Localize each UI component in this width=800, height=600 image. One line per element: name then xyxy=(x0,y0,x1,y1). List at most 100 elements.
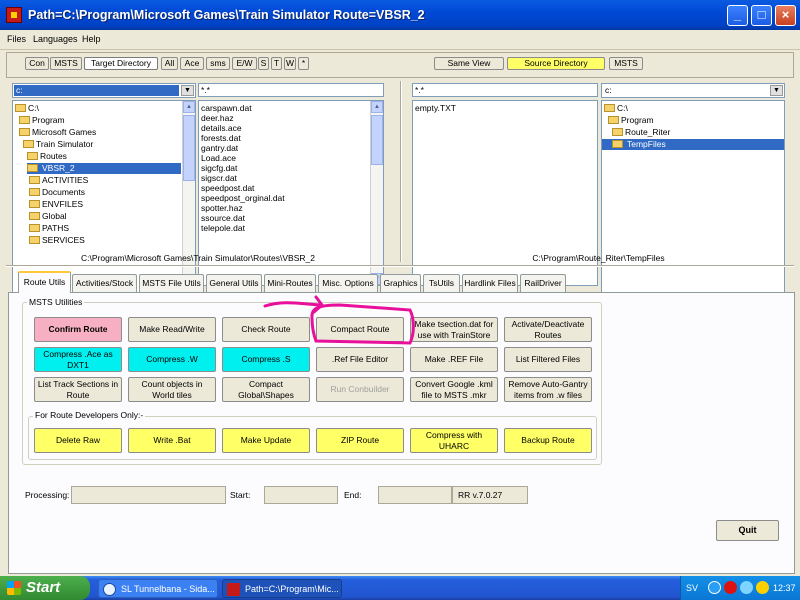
tab-misc-options[interactable]: Misc. Options xyxy=(318,274,378,292)
zip-route-button[interactable]: ZIP Route xyxy=(316,428,404,453)
antivirus-icon[interactable] xyxy=(724,581,737,594)
scroll-up-icon[interactable]: ▲ xyxy=(183,101,195,113)
list-item[interactable]: telepole.dat xyxy=(201,223,245,233)
tree-item-selected[interactable]: VBSR_2 xyxy=(27,163,181,174)
make-tsection-button[interactable]: Make tsection.dat for use with TrainStor… xyxy=(410,317,498,342)
left-filter-field[interactable]: *.* xyxy=(198,83,384,97)
menu-help[interactable]: Help xyxy=(82,34,101,44)
alert-icon[interactable] xyxy=(756,581,769,594)
close-button[interactable]: × xyxy=(775,5,796,26)
tree-item[interactable]: ACTIVITIES xyxy=(29,175,88,186)
language-indicator[interactable]: SV xyxy=(686,583,698,593)
right-filter-field[interactable]: *.* xyxy=(412,83,598,97)
target-directory-button[interactable]: Target Directory xyxy=(84,57,158,70)
list-item[interactable]: spotter.haz xyxy=(201,203,243,213)
tree-item[interactable]: Train Simulator xyxy=(23,139,93,150)
list-item[interactable]: deer.haz xyxy=(201,113,234,123)
chevron-down-icon[interactable]: ▼ xyxy=(770,85,783,96)
filter-ace-button[interactable]: Ace xyxy=(180,57,204,70)
filter-t-button[interactable]: T xyxy=(271,57,282,70)
minimize-button[interactable]: _ xyxy=(727,5,748,26)
activate-deactivate-routes-button[interactable]: Activate/Deactivate Routes xyxy=(504,317,592,342)
network-icon[interactable] xyxy=(708,581,721,594)
list-item[interactable]: speedpost_orginal.dat xyxy=(201,193,285,203)
count-objects-button[interactable]: Count objects in World tiles xyxy=(128,377,216,402)
check-route-button[interactable]: Check Route xyxy=(222,317,310,342)
tree-item[interactable]: C:\ xyxy=(15,103,39,114)
list-item[interactable]: empty.TXT xyxy=(415,103,456,113)
scroll-up-icon[interactable]: ▲ xyxy=(371,101,383,113)
tree-item[interactable]: C:\ xyxy=(604,103,628,114)
filter-w-button[interactable]: W xyxy=(284,57,296,70)
source-directory-button[interactable]: Source Directory xyxy=(507,57,605,70)
tab-route-utils[interactable]: Route Utils xyxy=(18,271,71,293)
backup-route-button[interactable]: Backup Route xyxy=(504,428,592,453)
compress-ace-dxt1-button[interactable]: Compress .Ace as DXT1 xyxy=(34,347,122,372)
list-filtered-files-button[interactable]: List Filtered Files xyxy=(504,347,592,372)
tab-general-utils[interactable]: General Utils xyxy=(206,274,262,292)
clock[interactable]: 12:37 xyxy=(773,583,796,593)
left-drive-combo[interactable]: c: ▼ xyxy=(12,83,196,98)
tree-item[interactable]: Program xyxy=(608,115,654,126)
convert-google-kml-button[interactable]: Convert Google .kml file to MSTS .mkr xyxy=(410,377,498,402)
compact-route-button[interactable]: Compact Route xyxy=(316,317,404,342)
run-conbuilder-button[interactable]: Run Conbuilder xyxy=(316,377,404,402)
tree-item[interactable]: Routes xyxy=(27,151,67,162)
filter-all-button[interactable]: All xyxy=(161,57,178,70)
list-item[interactable]: ssource.dat xyxy=(201,213,245,223)
make-read-write-button[interactable]: Make Read/Write xyxy=(128,317,216,342)
list-item[interactable]: sigscr.dat xyxy=(201,173,237,183)
tab-tsutils[interactable]: TsUtils xyxy=(423,274,460,292)
con-button[interactable]: Con xyxy=(25,57,49,70)
tab-mini-routes[interactable]: Mini-Routes xyxy=(264,274,316,292)
make-update-button[interactable]: Make Update xyxy=(222,428,310,453)
write-bat-button[interactable]: Write .Bat xyxy=(128,428,216,453)
tree-item-selected[interactable]: TempFiles xyxy=(602,139,784,150)
compact-global-shapes-button[interactable]: Compact Global\Shapes xyxy=(222,377,310,402)
right-drive-combo[interactable]: c: ▼ xyxy=(601,83,785,98)
remove-auto-gantry-button[interactable]: Remove Auto-Gantry items from .w files xyxy=(504,377,592,402)
list-item[interactable]: forests.dat xyxy=(201,133,241,143)
compress-uharc-button[interactable]: Compress with UHARC xyxy=(410,428,498,453)
make-ref-file-button[interactable]: Make .REF File xyxy=(410,347,498,372)
tab-hardlink-files[interactable]: Hardlink Files xyxy=(462,274,518,292)
msts-right-button[interactable]: MSTS xyxy=(609,57,643,70)
compress-s-button[interactable]: Compress .S xyxy=(222,347,310,372)
tree-item[interactable]: Documents xyxy=(29,187,85,198)
compress-w-button[interactable]: Compress .W xyxy=(128,347,216,372)
msts-left-button[interactable]: MSTS xyxy=(50,57,82,70)
tree-item[interactable]: PATHS xyxy=(29,223,69,234)
filter-sms-button[interactable]: sms xyxy=(206,57,230,70)
tab-graphics[interactable]: Graphics xyxy=(380,274,421,292)
menu-files[interactable]: Files xyxy=(7,34,26,44)
maximize-button[interactable]: □ xyxy=(751,5,772,26)
scroll-thumb[interactable] xyxy=(371,115,383,165)
pane-divider[interactable] xyxy=(400,81,402,262)
list-item[interactable]: Load.ace xyxy=(201,153,236,163)
tab-activities-stock[interactable]: Activities/Stock xyxy=(72,274,137,292)
tree-item[interactable]: ENVFILES xyxy=(29,199,83,210)
confirm-route-button[interactable]: Confirm Route xyxy=(34,317,122,342)
ref-file-editor-button[interactable]: .Ref File Editor xyxy=(316,347,404,372)
volume-icon[interactable] xyxy=(740,581,753,594)
list-item[interactable]: sigcfg.dat xyxy=(201,163,237,173)
filter-ew-button[interactable]: E/W xyxy=(232,57,257,70)
quit-button[interactable]: Quit xyxy=(716,520,779,541)
menu-languages[interactable]: Languages xyxy=(33,34,78,44)
list-item[interactable]: details.ace xyxy=(201,123,242,133)
scroll-thumb[interactable] xyxy=(183,115,195,181)
start-button[interactable]: Start xyxy=(0,576,90,600)
list-item[interactable]: gantry.dat xyxy=(201,143,238,153)
filter-s-button[interactable]: S xyxy=(258,57,269,70)
tab-msts-file-utils[interactable]: MSTS File Utils xyxy=(139,274,204,292)
taskbar-item-browser[interactable]: SL Tunnelbana - Sida... xyxy=(98,579,218,598)
tree-item[interactable]: Route_Riter xyxy=(612,127,670,138)
same-view-button[interactable]: Same View xyxy=(434,57,504,70)
tree-item[interactable]: Microsoft Games xyxy=(19,127,96,138)
taskbar-item-route-riter[interactable]: Path=C:\Program\Mic... xyxy=(222,579,342,598)
title-bar[interactable]: Path=C:\Program\Microsoft Games\Train Si… xyxy=(0,0,800,30)
tree-item[interactable]: Global xyxy=(29,211,67,222)
filter-star-button[interactable]: * xyxy=(298,57,309,70)
tab-raildriver[interactable]: RailDriver xyxy=(520,274,566,292)
list-track-sections-button[interactable]: List Track Sections in Route xyxy=(34,377,122,402)
